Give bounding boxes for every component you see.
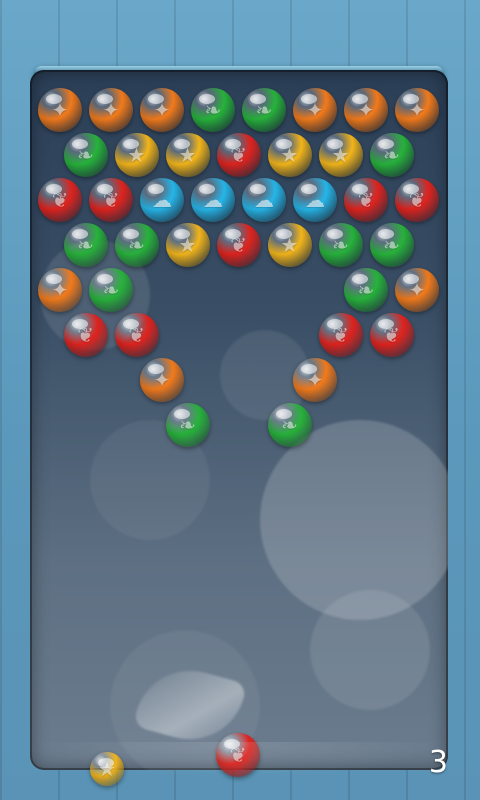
red-symbol-icon: ❦ [383, 323, 400, 347]
next-bubble[interactable]: ★ [90, 752, 124, 786]
green-symbol-icon: ❧ [383, 233, 400, 257]
bubble-green: ❧ [344, 268, 388, 312]
bubble-red: ❦ [216, 223, 261, 267]
bokeh-light [260, 420, 448, 620]
green-symbol-icon: ❧ [383, 143, 400, 167]
bubble-red: ❦ [369, 313, 414, 357]
bubble-yellow: ★ [267, 133, 312, 177]
red-symbol-icon: ❦ [77, 323, 94, 347]
bubble-yellow: ★ [318, 133, 363, 177]
bubble-green: ❧ [267, 403, 312, 447]
green-symbol-icon: ❧ [77, 233, 94, 257]
bubble-red: ❦ [318, 313, 363, 357]
green-symbol-icon: ❧ [332, 233, 349, 257]
orange-symbol-icon: ✦ [408, 98, 426, 122]
green-symbol-icon: ❧ [77, 143, 94, 167]
bubble-green: ❧ [89, 268, 133, 312]
bubble-red: ❦ [89, 178, 133, 222]
remaining-shots-counter: 3 [428, 745, 448, 780]
bubble-yellow: ★ [165, 223, 210, 267]
bubble-red: ❦ [63, 313, 108, 357]
red-symbol-icon: ❦ [102, 188, 120, 212]
red-symbol-icon: ❦ [51, 188, 69, 212]
blue-symbol-icon: ☁ [203, 188, 223, 212]
red-symbol-icon: ❦ [229, 743, 247, 767]
blue-symbol-icon: ☁ [254, 188, 274, 212]
green-symbol-icon: ❧ [102, 278, 120, 302]
yellow-symbol-icon: ★ [127, 143, 146, 167]
bubble-blue: ☁ [293, 178, 337, 222]
bokeh-light [310, 590, 430, 710]
red-symbol-icon: ❦ [230, 233, 247, 257]
yellow-symbol-icon: ★ [178, 233, 197, 257]
bubble-yellow: ★ [267, 223, 312, 267]
red-symbol-icon: ❦ [408, 188, 426, 212]
bubble-orange: ✦ [140, 88, 184, 132]
bubble-green: ❧ [369, 223, 414, 267]
bubble-red: ❦ [216, 133, 261, 177]
orange-symbol-icon: ✦ [51, 278, 69, 302]
blue-symbol-icon: ☁ [305, 188, 325, 212]
orange-symbol-icon: ✦ [102, 98, 120, 122]
blue-symbol-icon: ☁ [152, 188, 172, 212]
bubble-yellow: ★ [165, 133, 210, 177]
bubble-orange: ✦ [38, 88, 82, 132]
green-symbol-icon: ❧ [255, 98, 273, 122]
green-symbol-icon: ❧ [281, 413, 298, 437]
bubble-green: ❧ [369, 133, 414, 177]
shooter-bubble[interactable]: ❦ [216, 733, 260, 777]
bubble-red: ❦ [395, 178, 439, 222]
bubble-red: ❦ [344, 178, 388, 222]
red-symbol-icon: ❦ [357, 188, 375, 212]
orange-symbol-icon: ✦ [306, 98, 324, 122]
orange-symbol-icon: ✦ [408, 278, 426, 302]
orange-symbol-icon: ✦ [153, 98, 171, 122]
bubble-orange: ✦ [293, 358, 337, 402]
green-symbol-icon: ❧ [128, 233, 145, 257]
bubble-orange: ✦ [89, 88, 133, 132]
bubble-green: ❧ [242, 88, 286, 132]
bubble-orange: ✦ [395, 268, 439, 312]
bubble-green: ❧ [191, 88, 235, 132]
bubble-red: ❦ [114, 313, 159, 357]
yellow-symbol-icon: ★ [280, 233, 299, 257]
bubble-orange: ✦ [140, 358, 184, 402]
red-symbol-icon: ❦ [230, 143, 247, 167]
bubble-blue: ☁ [242, 178, 286, 222]
green-symbol-icon: ❧ [204, 98, 222, 122]
yellow-symbol-icon: ★ [98, 757, 116, 781]
bubble-blue: ☁ [191, 178, 235, 222]
bubble-red: ❦ [38, 178, 82, 222]
bubble-green: ❧ [114, 223, 159, 267]
bubble-green: ❧ [318, 223, 363, 267]
red-symbol-icon: ❦ [128, 323, 145, 347]
green-symbol-icon: ❧ [179, 413, 196, 437]
red-symbol-icon: ❦ [332, 323, 349, 347]
yellow-symbol-icon: ★ [178, 143, 197, 167]
bubble-orange: ✦ [38, 268, 82, 312]
bubble-orange: ✦ [293, 88, 337, 132]
orange-symbol-icon: ✦ [153, 368, 171, 392]
bubble-blue: ☁ [140, 178, 184, 222]
yellow-symbol-icon: ★ [280, 143, 299, 167]
bubble-orange: ✦ [395, 88, 439, 132]
green-symbol-icon: ❧ [357, 278, 375, 302]
orange-symbol-icon: ✦ [306, 368, 324, 392]
orange-symbol-icon: ✦ [51, 98, 69, 122]
yellow-symbol-icon: ★ [331, 143, 350, 167]
orange-symbol-icon: ✦ [357, 98, 375, 122]
bubble-green: ❧ [63, 133, 108, 177]
bubble-orange: ✦ [344, 88, 388, 132]
bubble-yellow: ★ [114, 133, 159, 177]
bubble-green: ❧ [63, 223, 108, 267]
bubble-green: ❧ [165, 403, 210, 447]
